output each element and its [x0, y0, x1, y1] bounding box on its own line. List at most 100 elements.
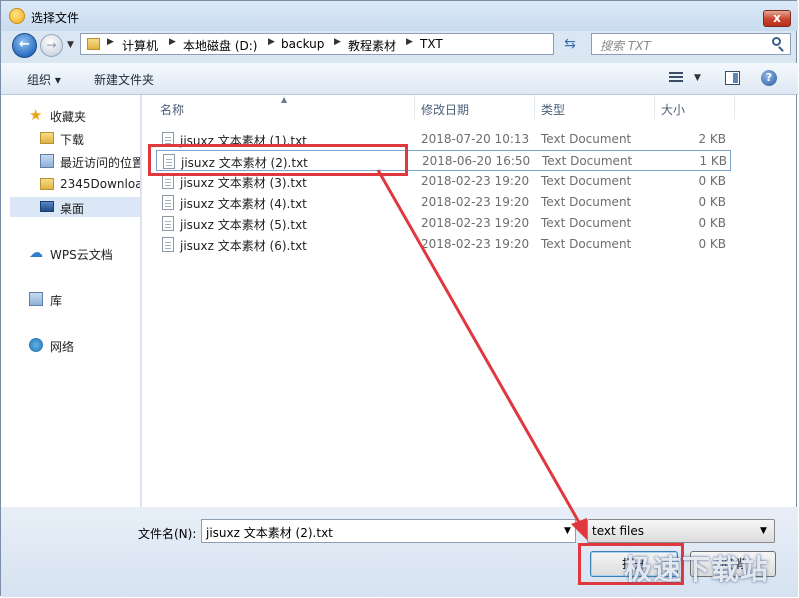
file-size: 1 KB: [699, 154, 727, 168]
breadcrumb-tutorial-material[interactable]: 教程素材: [348, 37, 396, 54]
navigation-pane: ★ 收藏夹 下载 最近访问的位置 2345Downloads 桌面 ☁ WPS云…: [1, 95, 141, 507]
file-date: 2018-02-23 19:20: [421, 216, 530, 230]
file-row-selected[interactable]: jisuxz 文本素材 (2).txt 2018-06-20 16:50 Tex…: [156, 150, 731, 171]
file-name: jisuxz 文本素材 (2).txt: [181, 156, 308, 170]
text-file-icon: [162, 195, 174, 210]
sidebar-item-network[interactable]: 网络: [1, 335, 140, 355]
sidebar-item-label: 网络: [50, 340, 75, 354]
text-file-icon: [162, 132, 174, 147]
file-name: jisuxz 文本素材 (6).txt: [180, 239, 307, 253]
forward-button[interactable]: →: [40, 34, 63, 57]
watermark-logo: 极速下载站: [624, 553, 770, 586]
sort-ascending-icon: ▲: [281, 95, 288, 104]
recent-places-icon: [40, 154, 54, 168]
text-file-icon: [162, 174, 174, 189]
file-row[interactable]: jisuxz 文本素材 (5).txt 2018-02-23 19:20 Tex…: [156, 213, 731, 234]
breadcrumb-backup[interactable]: backup: [281, 37, 324, 51]
recent-pages-chevron-icon[interactable]: ▼: [67, 40, 74, 50]
sidebar-item-label: 收藏夹: [50, 110, 87, 124]
sidebar-item-libraries[interactable]: 库: [1, 289, 140, 309]
file-type: Text Document: [541, 132, 632, 146]
search-placeholder: 搜索 TXT: [600, 39, 651, 53]
file-type: Text Document: [541, 174, 632, 188]
filename-value: jisuxz 文本素材 (2).txt: [206, 526, 333, 540]
close-button[interactable]: x: [763, 10, 791, 27]
breadcrumb-separator-icon[interactable]: ▶: [268, 37, 275, 47]
breadcrumb-separator-icon[interactable]: ▶: [107, 37, 114, 47]
view-dropdown-chevron-icon[interactable]: ▼: [694, 73, 701, 83]
file-size: 0 KB: [698, 237, 726, 251]
sidebar-item-favorites[interactable]: ★ 收藏夹: [1, 105, 140, 125]
sidebar-item-label: 桌面: [60, 202, 85, 216]
app-icon: [9, 8, 25, 24]
file-size: 2 KB: [698, 132, 726, 146]
filename-label: 文件名(N):: [138, 527, 197, 541]
column-header-type[interactable]: 类型: [541, 101, 565, 118]
file-type: Text Document: [541, 216, 632, 230]
column-divider[interactable]: [654, 95, 655, 119]
file-name: jisuxz 文本素材 (1).txt: [180, 134, 307, 148]
search-input[interactable]: 搜索 TXT: [591, 33, 791, 55]
address-bar[interactable]: ▶ 计算机 ▶ 本地磁盘 (D:) ▶ backup ▶ 教程素材 ▶ TXT …: [80, 33, 628, 55]
filename-dropdown-chevron-icon[interactable]: ▼: [564, 526, 571, 536]
download-folder-icon: [40, 132, 54, 144]
column-header-date[interactable]: 修改日期: [421, 101, 469, 118]
column-divider[interactable]: [734, 95, 735, 119]
sidebar-item-wps-cloud[interactable]: ☁ WPS云文档: [1, 243, 140, 263]
breadcrumb-computer[interactable]: 计算机: [122, 37, 158, 54]
file-name: jisuxz 文本素材 (5).txt: [180, 218, 307, 232]
column-header-name[interactable]: 名称: [160, 101, 184, 118]
breadcrumb-separator-icon[interactable]: ▶: [406, 37, 413, 47]
file-row[interactable]: jisuxz 文本素材 (4).txt 2018-02-23 19:20 Tex…: [156, 192, 731, 213]
sidebar-item-2345downloads[interactable]: 2345Downloads: [1, 174, 140, 194]
library-icon: [29, 292, 43, 306]
sidebar-item-recent-places[interactable]: 最近访问的位置: [1, 151, 140, 171]
sidebar-item-label: 库: [50, 294, 63, 308]
sidebar-item-label: WPS云文档: [50, 248, 113, 262]
file-open-dialog: 选择文件 x ← → ▼ ▶ 计算机 ▶ 本地磁盘 (D:) ▶ backup …: [0, 0, 798, 597]
file-date: 2018-02-23 19:20: [421, 195, 530, 209]
file-type: Text Document: [542, 154, 633, 168]
file-type-select[interactable]: text files ▼: [587, 519, 775, 543]
breadcrumb-separator-icon[interactable]: ▶: [169, 37, 176, 47]
back-button[interactable]: ←: [12, 33, 37, 58]
column-header-size[interactable]: 大小: [661, 101, 685, 118]
folder-icon: [87, 38, 100, 50]
file-name: jisuxz 文本素材 (4).txt: [180, 197, 307, 211]
file-row[interactable]: jisuxz 文本素材 (6).txt 2018-02-23 19:20 Tex…: [156, 234, 731, 255]
preview-pane-icon[interactable]: [725, 71, 740, 85]
search-icon[interactable]: [772, 37, 781, 46]
cloud-icon: ☁: [29, 245, 43, 261]
file-row[interactable]: jisuxz 文本素材 (3).txt 2018-02-23 19:20 Tex…: [156, 171, 731, 192]
window-title: 选择文件: [31, 11, 80, 25]
network-icon: [29, 338, 43, 352]
organize-button[interactable]: 组织 ▾: [27, 71, 61, 88]
folder-icon: [40, 178, 54, 190]
sidebar-item-label: 下载: [60, 133, 85, 147]
help-icon[interactable]: ?: [761, 70, 777, 86]
breadcrumb-drive-d[interactable]: 本地磁盘 (D:): [183, 37, 257, 54]
command-toolbar: 组织 ▾ 新建文件夹 ▼ ?: [1, 63, 798, 95]
desktop-icon: [40, 201, 54, 212]
view-options-icon[interactable]: [669, 72, 683, 84]
file-size: 0 KB: [698, 174, 726, 188]
sidebar-item-downloads[interactable]: 下载: [1, 128, 140, 148]
file-date: 2018-07-20 10:13: [421, 132, 530, 146]
file-type-chevron-icon[interactable]: ▼: [760, 526, 767, 536]
text-file-icon: [162, 237, 174, 252]
file-name: jisuxz 文本素材 (3).txt: [180, 176, 307, 190]
refresh-icon[interactable]: ⇆: [559, 34, 581, 54]
file-size: 0 KB: [698, 195, 726, 209]
filename-input[interactable]: jisuxz 文本素材 (2).txt ▼: [201, 519, 576, 543]
new-folder-button[interactable]: 新建文件夹: [94, 71, 154, 88]
title-bar: 选择文件 x: [1, 1, 798, 31]
text-file-icon: [163, 154, 175, 169]
breadcrumb-separator-icon[interactable]: ▶: [334, 37, 341, 47]
sidebar-item-desktop[interactable]: 桌面: [10, 197, 140, 217]
file-type-value: text files: [592, 524, 645, 538]
column-divider[interactable]: [414, 95, 415, 119]
breadcrumb-txt[interactable]: TXT: [420, 37, 443, 51]
column-divider[interactable]: [534, 95, 535, 119]
file-size: 0 KB: [698, 216, 726, 230]
file-row[interactable]: jisuxz 文本素材 (1).txt 2018-07-20 10:13 Tex…: [156, 129, 731, 150]
